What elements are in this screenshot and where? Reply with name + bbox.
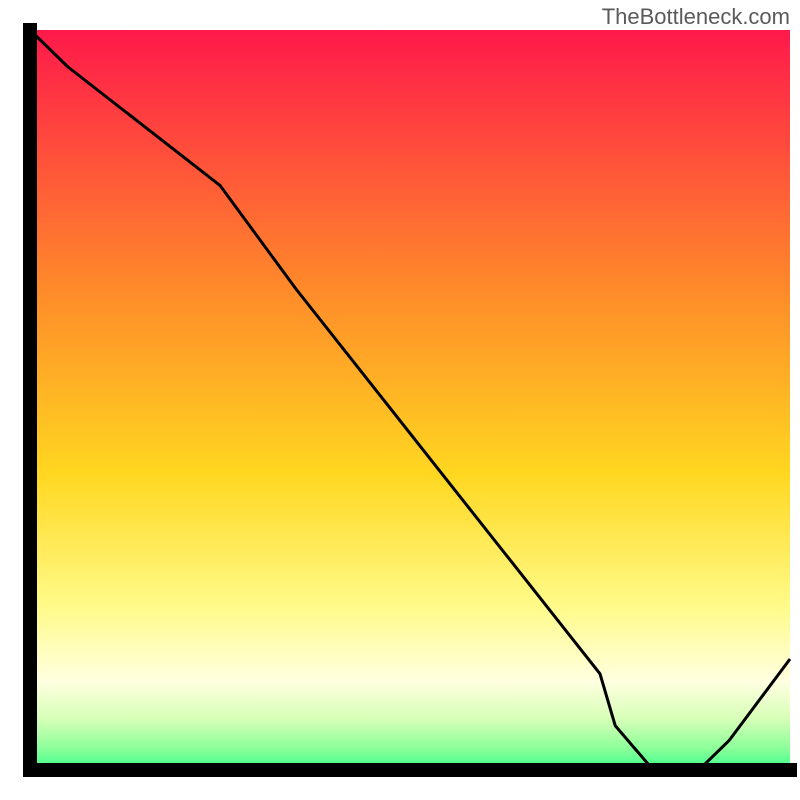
chart-container: TheBottleneck.com <box>0 0 800 800</box>
bottleneck-chart <box>0 0 800 800</box>
gradient-background <box>30 30 790 770</box>
watermark-label: TheBottleneck.com <box>602 4 790 30</box>
